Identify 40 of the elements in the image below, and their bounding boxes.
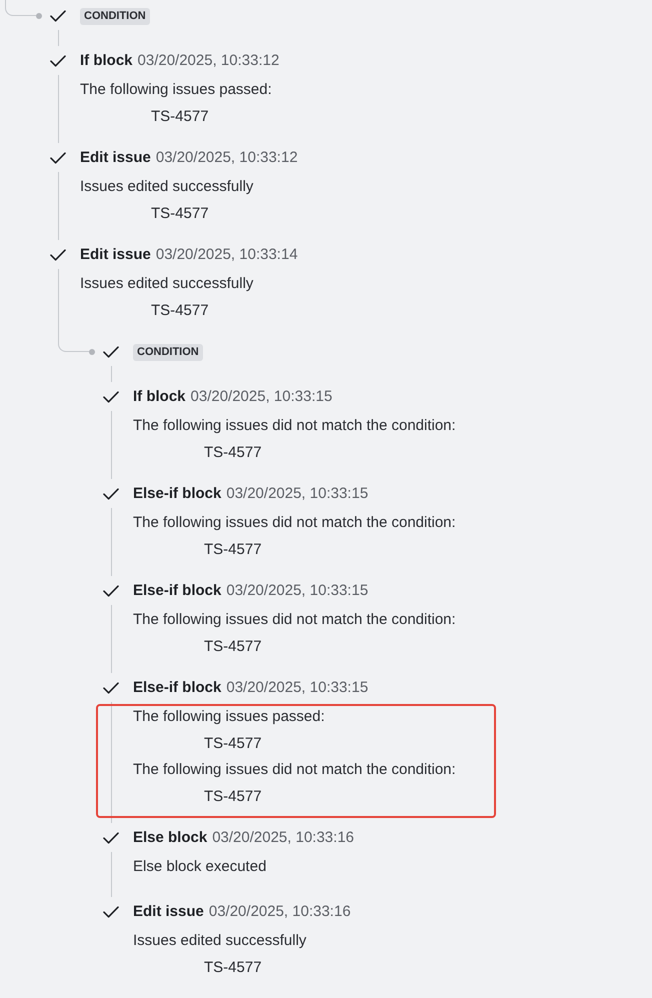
issue-key: TS-4577 — [151, 203, 209, 225]
timestamp: 03/20/2025, 10:33:15 — [226, 581, 368, 601]
step-title: If block — [80, 51, 133, 71]
step-title: Edit issue — [133, 902, 204, 922]
message-text: The following issues did not match the condition: — [133, 416, 456, 436]
message-text: The following issues did not match the condition: — [133, 513, 456, 533]
timestamp: 03/20/2025, 10:33:14 — [156, 245, 298, 265]
step-title: Else-if block — [133, 581, 222, 601]
issue-key: TS-4577 — [204, 786, 262, 808]
issue-key: TS-4577 — [151, 106, 209, 128]
message-text: Issues edited successfully — [80, 274, 254, 294]
message-text: The following issues passed: — [80, 80, 273, 100]
timestamp: 03/20/2025, 10:33:15 — [226, 678, 368, 698]
issue-key: TS-4577 — [204, 957, 262, 979]
issue-key: TS-4577 — [204, 539, 262, 561]
condition-badge: CONDITION — [133, 344, 203, 360]
message-text: The following issues passed: — [133, 707, 326, 727]
condition-badge: CONDITION — [80, 8, 150, 24]
step-title: Edit issue — [80, 245, 151, 265]
step-title: Else-if block — [133, 484, 222, 504]
timestamp: 03/20/2025, 10:33:16 — [208, 902, 351, 922]
issue-key: TS-4577 — [204, 636, 262, 658]
timestamp: 03/20/2025, 10:33:15 — [226, 484, 368, 504]
step-title: Else block — [133, 828, 208, 848]
message-text: The following issues did not match the condition: — [133, 610, 456, 630]
step-title: Edit issue — [80, 148, 151, 168]
timestamp: 03/20/2025, 10:33:12 — [156, 148, 298, 168]
issue-key: TS-4577 — [204, 442, 262, 464]
issue-key: TS-4577 — [151, 300, 209, 322]
message-text: Issues edited successfully — [133, 931, 308, 951]
timestamp: 03/20/2025, 10:33:16 — [212, 828, 354, 848]
message-text: The following issues did not match the condition: — [133, 760, 456, 780]
timestamp: 03/20/2025, 10:33:12 — [138, 51, 280, 71]
step-title: If block — [133, 387, 186, 407]
issue-key: TS-4577 — [204, 733, 262, 755]
connector-line — [5, 0, 36, 16]
message-text: Else block executed — [133, 857, 268, 877]
step-title: Else-if block — [133, 678, 222, 698]
timestamp: 03/20/2025, 10:33:15 — [190, 387, 332, 407]
message-text: Issues edited successfully — [80, 177, 254, 197]
